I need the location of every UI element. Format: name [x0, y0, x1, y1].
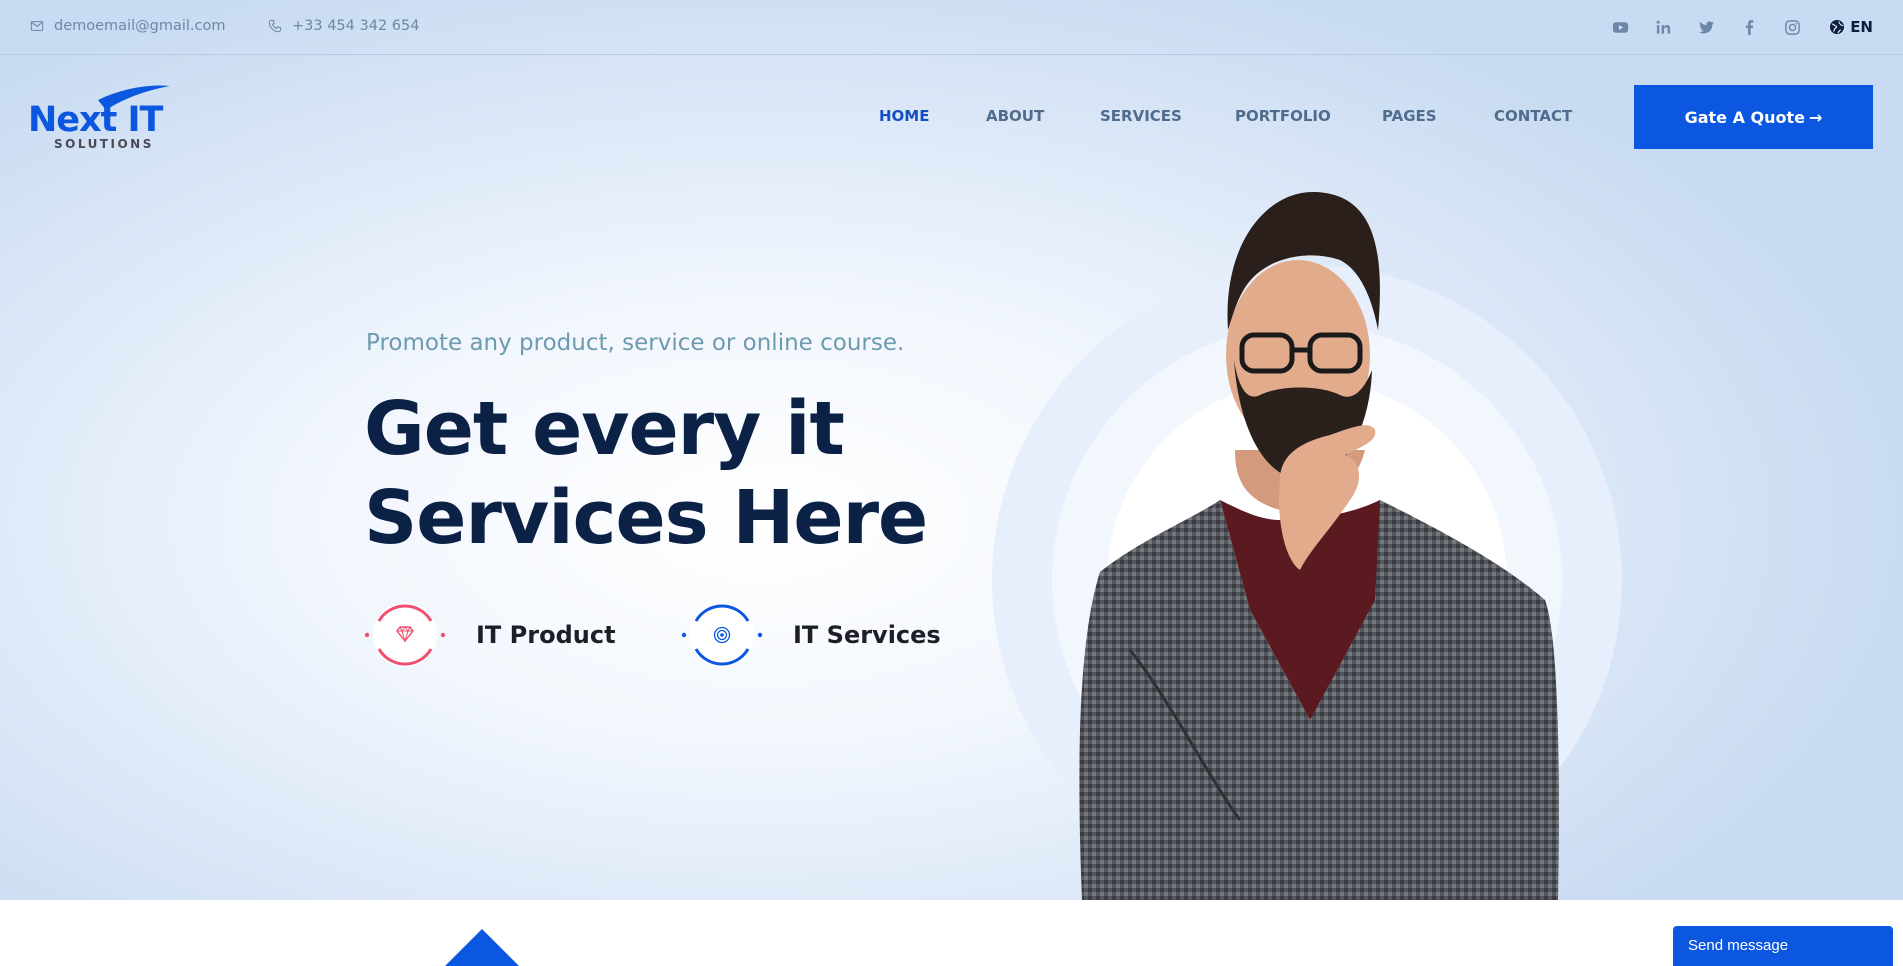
hero-person-image: [992, 191, 1622, 900]
mail-icon: [30, 21, 44, 31]
nav-portfolio[interactable]: PORTFOLIO: [1235, 107, 1331, 125]
it-product-label: IT Product: [476, 621, 616, 649]
it-services-label: IT Services: [793, 621, 941, 649]
hero-eyebrow: Promote any product, service or online c…: [366, 330, 905, 356]
globe-icon: [1830, 20, 1845, 34]
language-label: EN: [1850, 18, 1873, 36]
instagram-icon[interactable]: [1781, 16, 1803, 38]
phone-contact[interactable]: +33 454 342 654: [268, 18, 419, 34]
it-services-badge: [681, 594, 763, 676]
email-contact[interactable]: demoemail@gmail.com: [30, 18, 225, 34]
twitter-icon[interactable]: [1695, 16, 1717, 38]
facebook-icon[interactable]: [1738, 16, 1760, 38]
headline-line-1: Get every it: [364, 386, 845, 472]
quote-button-label: Gate A Quote: [1684, 107, 1806, 127]
youtube-icon[interactable]: [1609, 16, 1631, 38]
social-links: EN: [1588, 16, 1873, 38]
scroll-decoration: [445, 929, 519, 966]
feature-it-services[interactable]: IT Services: [681, 594, 941, 676]
phone-text: +33 454 342 654: [292, 18, 420, 34]
top-bar: demoemail@gmail.com +33 454 342 654 EN: [0, 0, 1903, 55]
logo[interactable]: Next IT SOLUTIONS: [28, 82, 178, 154]
email-text: demoemail@gmail.com: [54, 18, 226, 34]
nav-about[interactable]: ABOUT: [986, 107, 1044, 125]
feature-it-product[interactable]: IT Product: [364, 594, 616, 676]
linkedin-icon[interactable]: [1652, 16, 1674, 38]
hero-section: demoemail@gmail.com +33 454 342 654 EN N…: [0, 0, 1903, 900]
hero-headline: Get every it Services Here: [364, 385, 1004, 563]
nav-contact[interactable]: CONTACT: [1494, 107, 1572, 125]
send-message-button[interactable]: Send message: [1673, 926, 1893, 966]
language-selector[interactable]: EN: [1829, 18, 1873, 36]
logo-tagline: SOLUTIONS: [54, 137, 154, 151]
nav-home[interactable]: HOME: [879, 107, 929, 125]
nav-pages[interactable]: PAGES: [1382, 107, 1437, 125]
logo-brand: Next IT: [28, 100, 164, 140]
get-quote-button[interactable]: Gate A Quote →: [1634, 85, 1873, 149]
nav-services[interactable]: SERVICES: [1100, 107, 1182, 125]
it-product-badge: [364, 594, 446, 676]
headline-line-2: Services Here: [364, 475, 928, 561]
arrow-right-icon: →: [1809, 107, 1823, 127]
phone-icon: [268, 19, 282, 33]
